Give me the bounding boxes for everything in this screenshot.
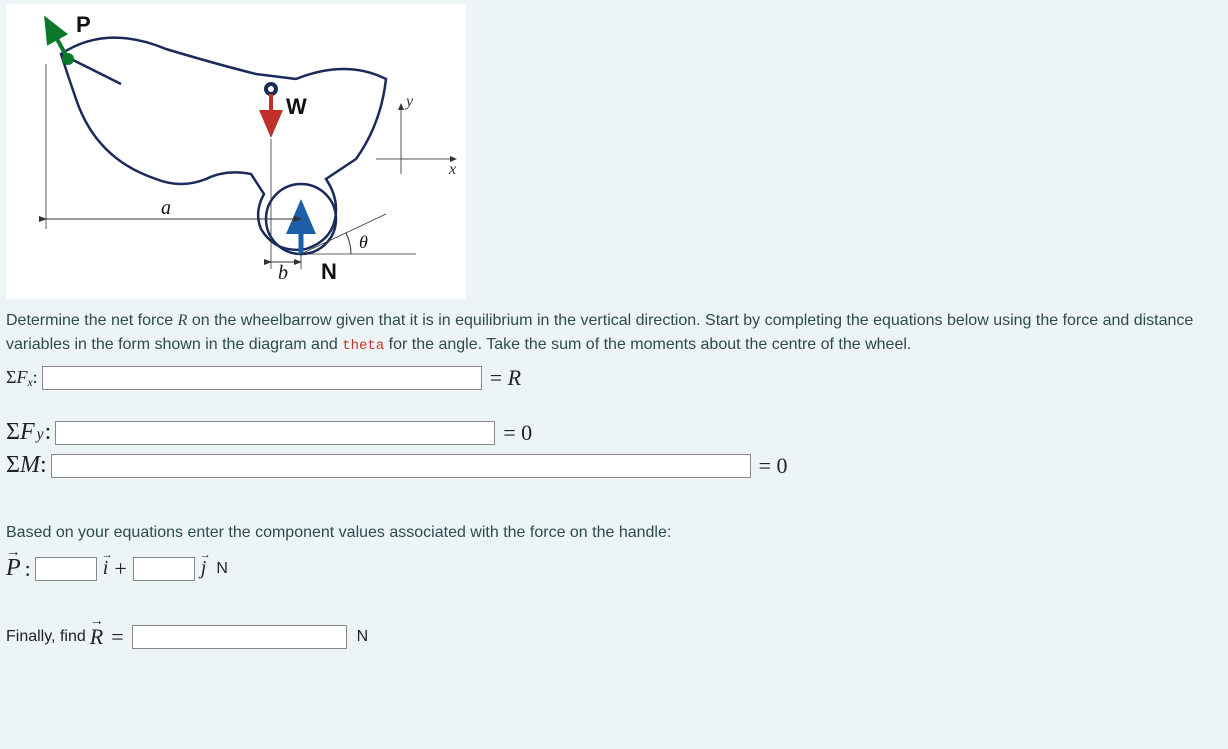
j-hat: →j <box>201 557 207 580</box>
equation-p-vector: → P : →i + →j N <box>6 555 1222 582</box>
diagram-label-a: a <box>161 197 171 219</box>
wheelbarrow-diagram: P W N a b θ <box>6 4 466 299</box>
sum-fx-input[interactable] <box>42 366 482 390</box>
diagram-label-b: b <box>278 262 288 284</box>
component-prompt: Based on your equations enter the compon… <box>6 521 1222 545</box>
diagram-label-W: W <box>286 94 307 119</box>
diagram-label-P: P <box>76 12 91 37</box>
sum-fy-input[interactable] <box>55 421 495 445</box>
problem-prompt: Determine the net force R on the wheelba… <box>6 309 1222 357</box>
diagram-label-x: x <box>448 161 456 178</box>
diagram-label-theta: θ <box>359 232 368 252</box>
diagram-label-N: N <box>321 259 337 284</box>
sum-m-input[interactable] <box>51 454 751 478</box>
unit-newton-2: N <box>357 628 369 646</box>
i-hat: →i <box>103 557 109 580</box>
p-i-component-input[interactable] <box>35 557 97 581</box>
vector-P-label: → P <box>6 555 21 582</box>
unit-newton: N <box>216 560 228 578</box>
vector-R-label: → R <box>90 624 103 650</box>
p-j-component-input[interactable] <box>133 557 195 581</box>
diagram-label-y: y <box>404 93 414 110</box>
equation-sum-m: ΣM: = 0 <box>6 452 1222 479</box>
equation-sum-fy: ΣFy: = 0 <box>6 419 1222 446</box>
r-magnitude-input[interactable] <box>132 625 347 649</box>
theta-variable: theta <box>342 338 384 354</box>
equation-sum-fx: ΣFx: = R <box>6 365 1222 391</box>
finally-text: Finally, find <box>6 628 86 646</box>
equation-r-final: Finally, find → R = N <box>6 624 1222 650</box>
